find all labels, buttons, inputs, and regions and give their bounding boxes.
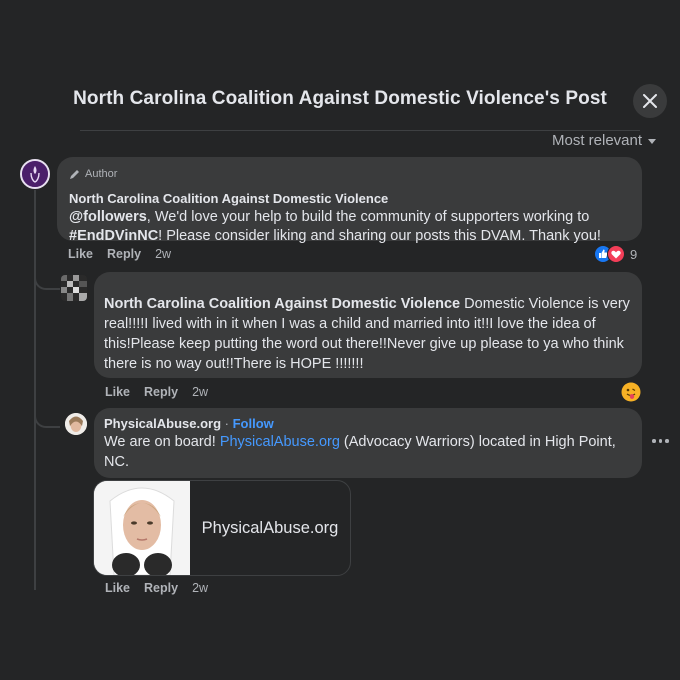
pencil-icon	[70, 170, 79, 179]
organization-logo-icon	[22, 161, 48, 187]
love-reaction-icon	[607, 245, 625, 263]
comment-author[interactable]: PhysicalAbuse.org	[104, 416, 221, 431]
comment-text: North Carolina Coalition Against Domesti…	[104, 296, 630, 372]
comment-bubble: Author North Carolina Coalition Against …	[57, 157, 642, 244]
comment-timestamp[interactable]: 2w	[192, 581, 208, 595]
close-icon	[643, 94, 657, 108]
link-preview-image	[94, 481, 190, 575]
thread-elbow	[34, 410, 60, 428]
reaction-count: 9	[630, 247, 638, 262]
author-badge: Author	[69, 165, 630, 184]
reply-button[interactable]: Reply	[144, 581, 178, 595]
comment-author[interactable]: North Carolina Coalition Against Domesti…	[69, 189, 630, 208]
thread-line	[34, 190, 36, 590]
pixelated-avatar-icon	[61, 275, 87, 301]
comment-timestamp[interactable]: 2w	[192, 385, 208, 399]
author-tag-label: Author	[85, 168, 118, 180]
comment-actions: Like Reply 2w	[105, 581, 208, 595]
mention-link[interactable]: North Carolina Coalition Against Domesti…	[104, 296, 460, 312]
comment-timestamp[interactable]: 2w	[155, 247, 171, 261]
reply-button[interactable]: Reply	[144, 385, 178, 399]
comment-text: We are on board! PhysicalAbuse.org (Advo…	[104, 434, 616, 470]
woman-boxing-gloves-image	[94, 481, 190, 575]
profile-photo-icon	[65, 413, 87, 435]
like-button[interactable]: Like	[105, 385, 130, 399]
comment-bubble: North Carolina Coalition Against Domesti…	[94, 272, 642, 378]
mention-link[interactable]: @followers	[69, 209, 147, 225]
thread-elbow	[34, 272, 60, 290]
reaction-summary[interactable]: 9	[594, 245, 640, 263]
comment-actions: Like Reply 2w	[68, 247, 171, 261]
like-button[interactable]: Like	[68, 247, 93, 261]
post-title: North Carolina Coalition Against Domesti…	[73, 88, 607, 109]
tongue-out-reaction-icon[interactable]	[621, 382, 641, 402]
sort-label: Most relevant	[552, 132, 643, 149]
separator-dot: ·	[221, 416, 233, 431]
website-link[interactable]: PhysicalAbuse.org	[220, 434, 340, 450]
sort-dropdown[interactable]: Most relevant	[552, 132, 657, 149]
like-button[interactable]: Like	[105, 581, 130, 595]
comment-actions: Like Reply 2w	[105, 385, 208, 399]
close-button[interactable]	[633, 84, 667, 118]
header-divider	[80, 130, 640, 131]
reply-button[interactable]: Reply	[107, 247, 141, 261]
avatar[interactable]	[61, 275, 87, 301]
hashtag-link[interactable]: #EndDVinNC	[69, 228, 158, 244]
avatar[interactable]	[65, 413, 87, 435]
link-preview-title: PhysicalAbuse.org	[201, 518, 339, 537]
avatar[interactable]	[20, 159, 50, 189]
comment-bubble: PhysicalAbuse.org · Follow We are on boa…	[94, 408, 642, 478]
more-options-button[interactable]	[652, 439, 669, 443]
follow-button[interactable]: Follow	[233, 416, 274, 431]
link-preview-card[interactable]: PhysicalAbuse.org	[93, 480, 351, 576]
chevron-down-icon	[648, 139, 657, 144]
comment-text: @followers, We'd love your help to build…	[69, 209, 601, 244]
